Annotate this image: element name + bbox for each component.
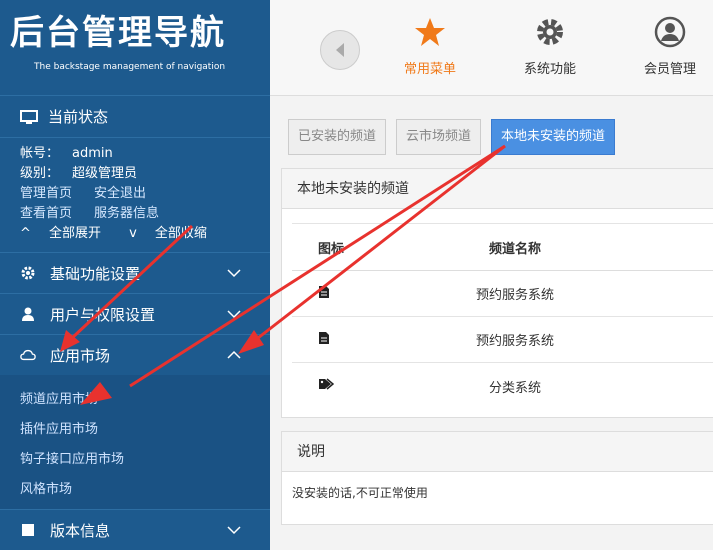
expand-all-button[interactable]: ^ 全部展开 <box>20 224 115 244</box>
menu-app-market-label: 应用市场 <box>50 346 111 365</box>
chevron-left-icon <box>336 43 344 57</box>
logo-title: 后台管理导航 <box>10 13 226 53</box>
tab-cloud-market-channels[interactable]: 云市场频道 <box>396 119 482 155</box>
user-circle-icon <box>652 14 688 50</box>
menu-version-info-label: 版本信息 <box>50 521 111 540</box>
status-info: 帐号： admin 级别： 超级管理员 管理首页 安全退出 查看首页 服务器信息 ^ 全… <box>0 138 270 252</box>
chevron-down-icon <box>227 269 241 278</box>
top-member-management[interactable]: 会员管理 <box>630 14 710 77</box>
level-value: 超级管理员 <box>72 166 138 181</box>
channel-name: 预约服务系统 <box>475 288 554 303</box>
collapse-all-label: 全部收缩 <box>154 226 207 241</box>
menu-user-permissions-label: 用户与权限设置 <box>50 305 156 324</box>
top-common-menu[interactable]: 常用菜单 <box>390 14 470 77</box>
current-status-header: 当前状态 <box>0 96 270 138</box>
channels-table: 图标 频道名称 预约服务系统 预约服务系统 分类系统 <box>292 223 713 409</box>
submenu-style-market[interactable]: 风格市场 <box>20 475 270 505</box>
collapse-all-button[interactable]: v 全部收缩 <box>129 224 221 244</box>
admin-home-link[interactable]: 管理首页 <box>20 184 72 204</box>
menu-basic-settings-label: 基础功能设置 <box>50 264 141 283</box>
col-name-header: 频道名称 <box>488 241 541 257</box>
table-header: 图标 频道名称 <box>292 223 713 271</box>
table-row[interactable]: 预约服务系统 <box>292 271 713 317</box>
tab-installed-channels[interactable]: 已安装的频道 <box>288 119 387 155</box>
main-content: 已安装的频道 云市场频道 本地未安装的频道 本地未安装的频道 图标 频道名称 预… <box>270 96 713 550</box>
channel-name: 分类系统 <box>488 380 541 396</box>
logo-subtitle: The backstage management of navigation <box>34 62 226 72</box>
panel-title: 本地未安装的频道 <box>282 169 713 209</box>
note-text: 没安装的话,不可正常使用 <box>292 486 428 500</box>
channel-name: 预约服务系统 <box>475 334 554 349</box>
star-icon <box>412 14 448 50</box>
user-icon <box>20 306 36 322</box>
book-icon <box>20 522 36 538</box>
note-panel: 说明 没安装的话,不可正常使用 <box>281 431 713 525</box>
level-label: 级别： <box>20 166 60 181</box>
gear-icon <box>20 265 36 281</box>
view-home-link[interactable]: 查看首页 <box>20 204 72 224</box>
top-system-functions[interactable]: 系统功能 <box>510 14 590 77</box>
expand-all-label: 全部展开 <box>49 226 102 241</box>
channel-tabs: 已安装的频道 云市场频道 本地未安装的频道 <box>288 119 625 155</box>
logout-link[interactable]: 安全退出 <box>94 184 146 204</box>
current-status-title: 当前状态 <box>48 108 109 126</box>
tags-icon <box>319 378 335 390</box>
logo: 后台管理导航 The backstage management of navig… <box>0 0 270 96</box>
submenu-plugin-market[interactable]: 插件应用市场 <box>20 415 270 445</box>
monitor-icon <box>20 109 38 124</box>
account-label: 帐号： <box>20 146 60 161</box>
chevron-down-icon <box>227 526 241 535</box>
document-icon <box>319 285 329 298</box>
table-row[interactable]: 预约服务系统 <box>292 317 713 363</box>
cloud-icon <box>20 347 36 363</box>
document-icon <box>319 331 329 344</box>
table-row[interactable]: 分类系统 <box>292 363 713 409</box>
note-title: 说明 <box>282 432 713 472</box>
top-member-management-label: 会员管理 <box>643 62 696 77</box>
chevron-up-icon: ^ <box>20 226 31 241</box>
uninstalled-channels-panel: 本地未安装的频道 图标 频道名称 预约服务系统 预约服务系统 分类系统 <box>281 168 713 418</box>
menu-version-info[interactable]: 版本信息 <box>0 509 270 550</box>
menu-basic-settings[interactable]: 基础功能设置 <box>0 252 270 293</box>
menu-user-permissions[interactable]: 用户与权限设置 <box>0 293 270 334</box>
sidebar: 后台管理导航 The backstage management of navig… <box>0 0 270 550</box>
app-market-submenu: 频道应用市场 插件应用市场 钩子接口应用市场 风格市场 <box>0 375 270 509</box>
account-value: admin <box>72 146 113 161</box>
col-icon-header: 图标 <box>318 241 345 257</box>
submenu-hook-market[interactable]: 钩子接口应用市场 <box>20 445 270 475</box>
chevron-up-icon <box>227 350 241 359</box>
tab-local-uninstalled-channels[interactable]: 本地未安装的频道 <box>491 119 616 155</box>
menu-app-market[interactable]: 应用市场 <box>0 334 270 375</box>
top-system-functions-label: 系统功能 <box>523 62 576 77</box>
submenu-channel-market[interactable]: 频道应用市场 <box>20 385 270 415</box>
top-common-menu-label: 常用菜单 <box>403 62 456 77</box>
chevron-down-icon: v <box>129 226 137 241</box>
back-button[interactable] <box>320 30 360 70</box>
top-navbar: 常用菜单 系统功能 会员管理 <box>270 0 713 96</box>
gear-icon <box>532 14 568 50</box>
chevron-down-icon <box>227 310 241 319</box>
server-info-link[interactable]: 服务器信息 <box>94 204 159 224</box>
